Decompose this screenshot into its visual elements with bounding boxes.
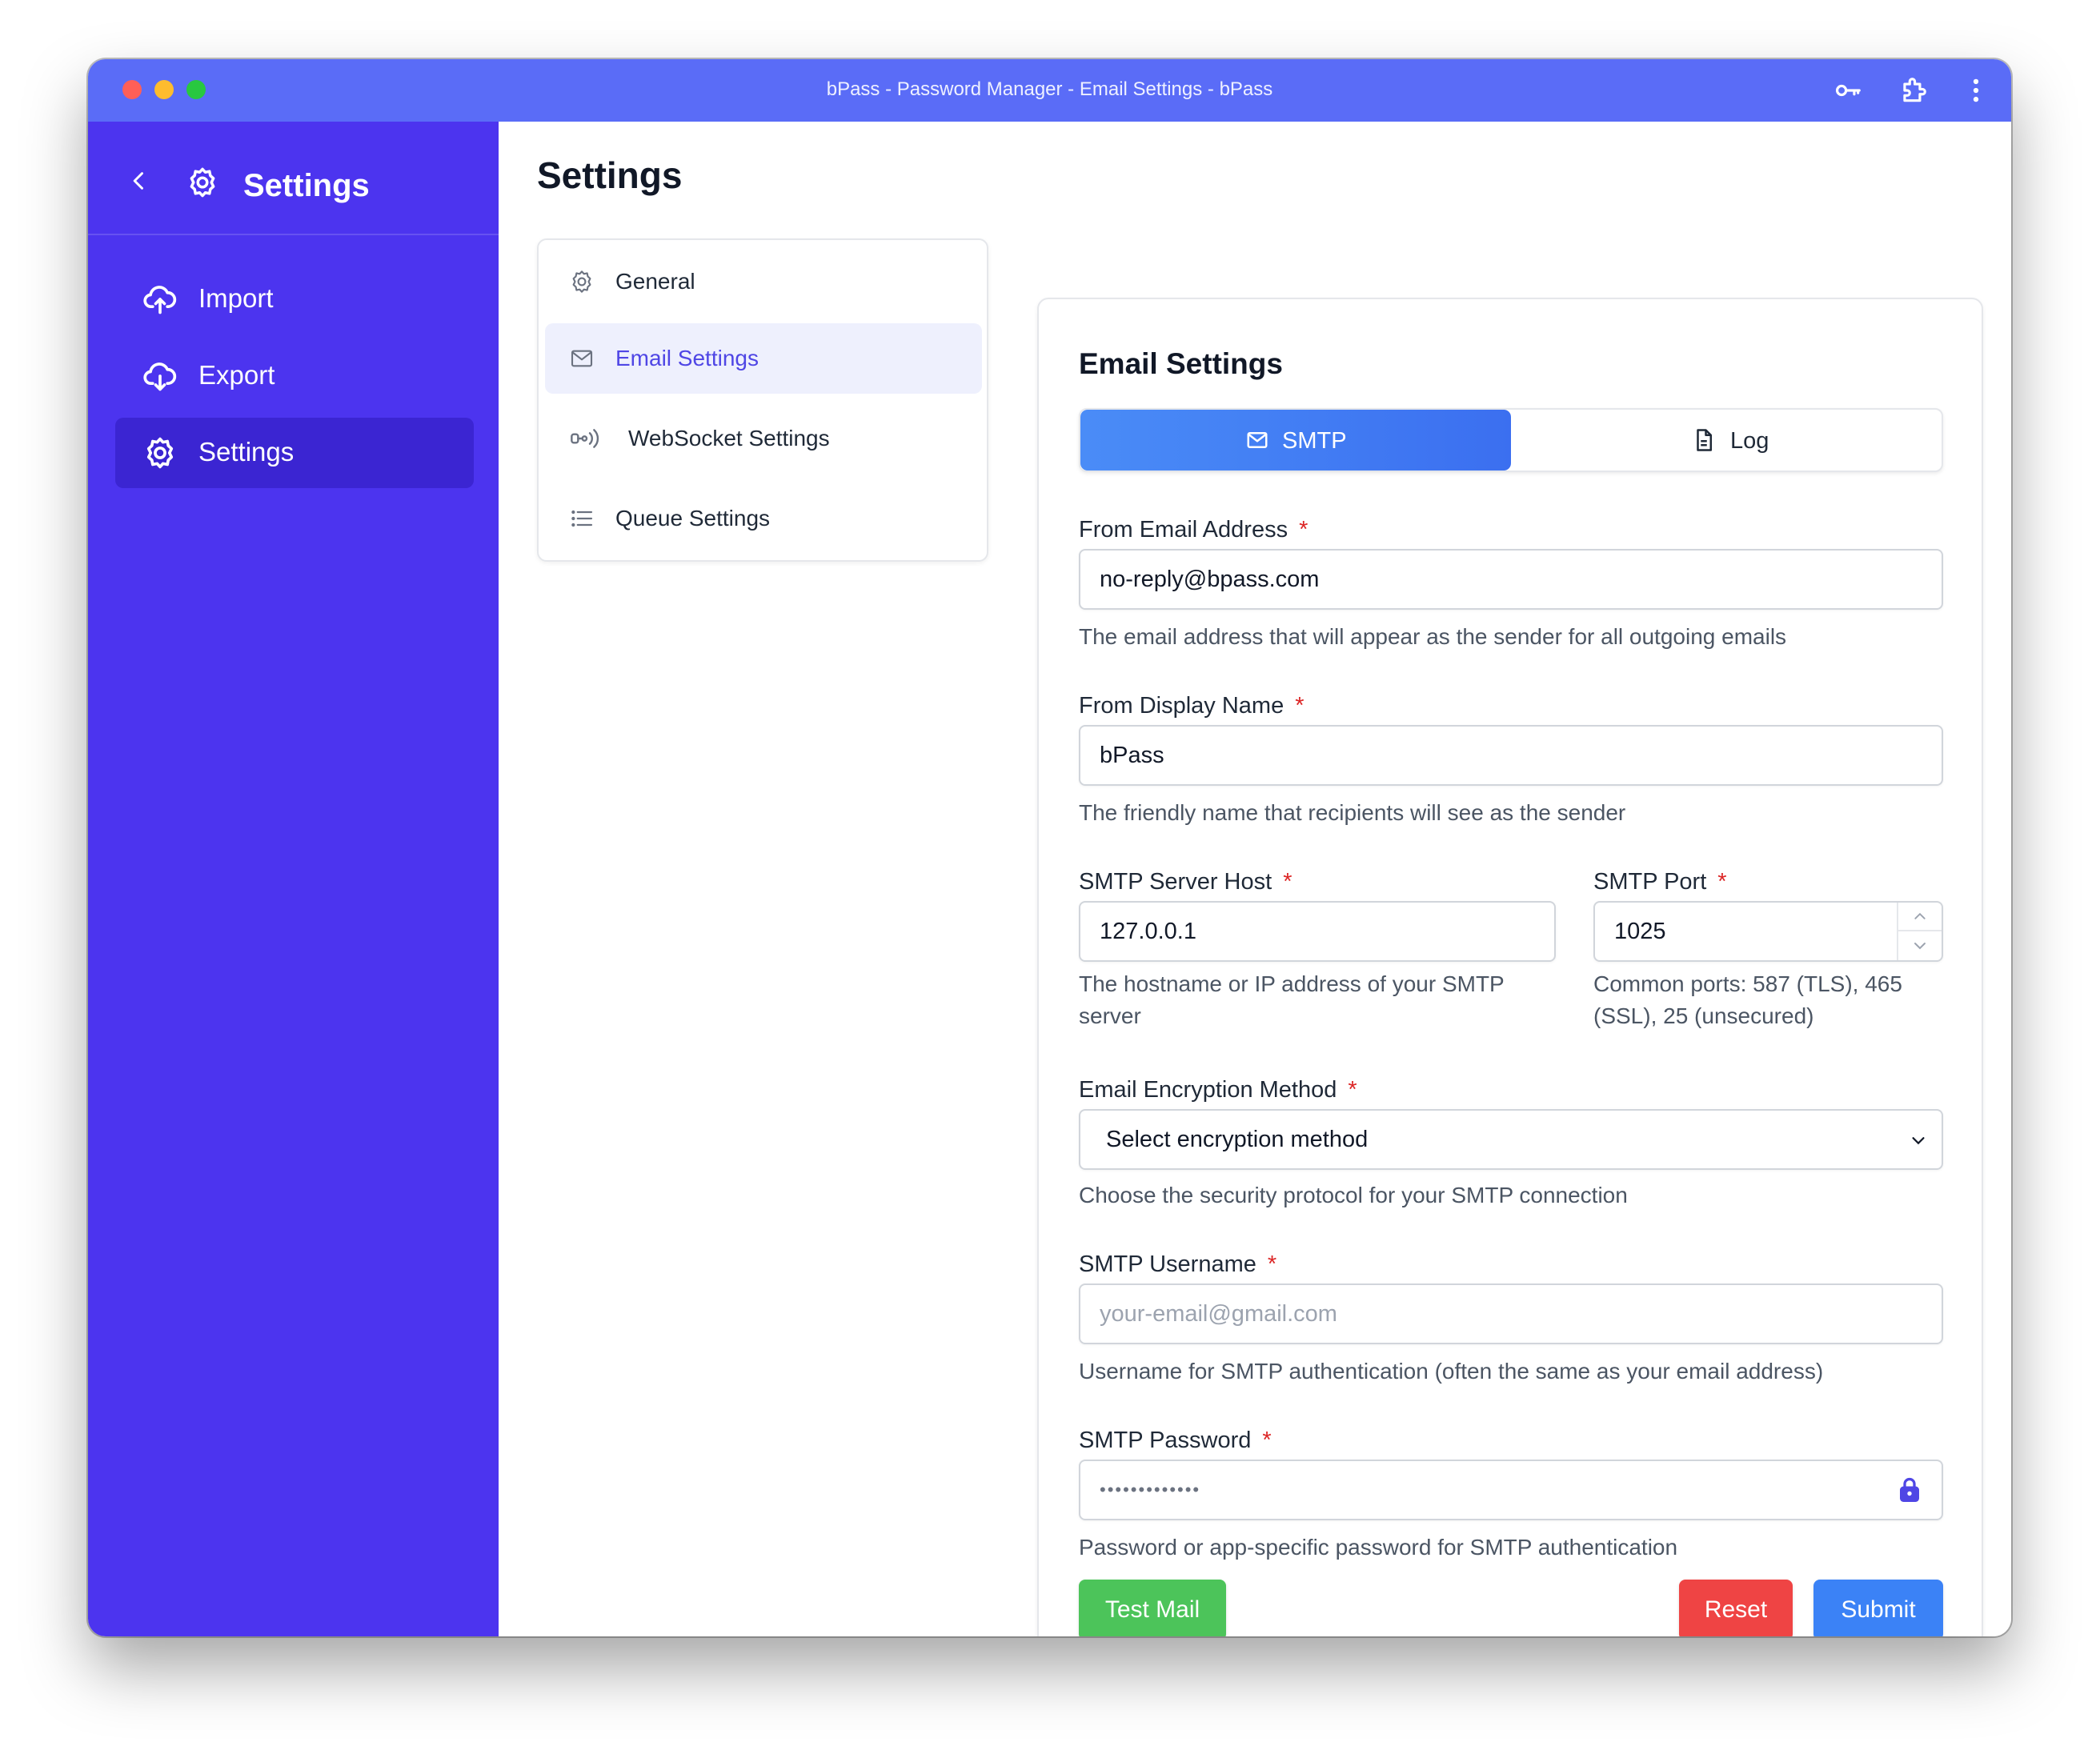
cloud-upload-icon <box>143 286 177 314</box>
document-icon <box>1697 429 1712 451</box>
required-marker: * <box>1267 1251 1277 1277</box>
nav-item-general[interactable]: General <box>545 246 982 317</box>
email-settings-card: Email Settings SMTP Log From Email Addre… <box>1037 298 1983 1636</box>
smtp-username-help: Username for SMTP authentication (often … <box>1079 1359 1824 1384</box>
from-email-input[interactable]: no-reply@bpass.com <box>1079 549 1943 610</box>
smtp-host-help: The hostname or IP address of your SMTP … <box>1079 971 1505 1028</box>
smtp-password-help: Password or app-specific password for SM… <box>1079 1535 1678 1560</box>
encryption-label: Email Encryption Method * <box>1079 1077 1357 1103</box>
required-marker: * <box>1262 1428 1272 1453</box>
sidebar-item-import[interactable]: Import <box>115 264 474 334</box>
sidebar-title: Settings <box>243 168 370 203</box>
from-email-label: From Email Address * <box>1079 517 1308 543</box>
tab-label: Log <box>1730 428 1769 454</box>
nav-item-label: WebSocket Settings <box>628 426 830 451</box>
mail-icon <box>571 350 593 367</box>
mail-icon <box>1247 432 1268 448</box>
sidebar-item-label: Settings <box>198 437 295 467</box>
key-icon[interactable] <box>1833 75 1863 106</box>
sidebar-header: Settings <box>88 122 499 235</box>
gear-icon <box>190 167 215 198</box>
gear-icon <box>146 437 174 469</box>
cloud-download-icon <box>143 362 177 391</box>
smtp-password-label: SMTP Password * <box>1079 1428 1272 1453</box>
extension-icon[interactable] <box>1898 75 1929 106</box>
main-content: Settings General Email Settings WebSocke… <box>499 122 2011 1636</box>
encryption-select[interactable]: Select encryption method <box>1079 1109 1943 1170</box>
settings-nav: General Email Settings WebSocket Setting… <box>537 238 988 562</box>
nav-item-email-settings[interactable]: Email Settings <box>545 323 982 394</box>
page-title: Settings <box>537 154 683 196</box>
nav-item-websocket-settings[interactable]: WebSocket Settings <box>545 403 982 474</box>
nav-item-label: Email Settings <box>615 346 759 370</box>
chevron-down-icon <box>1912 1137 1925 1145</box>
encryption-help: Choose the security protocol for your SM… <box>1079 1183 1628 1207</box>
smtp-host-label: SMTP Server Host * <box>1079 869 1292 895</box>
required-marker: * <box>1295 693 1304 719</box>
tab-label: SMTP <box>1282 428 1347 454</box>
required-marker: * <box>1348 1077 1357 1103</box>
smtp-port-help: Common ports: 587 (TLS), 465 (SSL), 25 (… <box>1593 971 1902 1028</box>
required-marker: * <box>1299 517 1308 543</box>
password-manager-lock-icon[interactable] <box>1895 1476 1924 1504</box>
smtp-host-input[interactable]: 127.0.0.1 <box>1079 901 1556 962</box>
app-window: bPass - Password Manager - Email Setting… <box>88 59 2011 1636</box>
test-mail-button[interactable]: Test Mail <box>1079 1580 1226 1636</box>
chevron-down-icon[interactable] <box>1898 931 1942 960</box>
smtp-username-input[interactable]: your-email@gmail.com <box>1079 1283 1943 1344</box>
title-bar: bPass - Password Manager - Email Setting… <box>88 59 2011 122</box>
nav-item-label: General <box>615 269 695 294</box>
websocket-icon <box>571 429 599 448</box>
smtp-password-value: ••••••••••••• <box>1100 1480 1201 1500</box>
sidebar-item-label: Import <box>198 283 274 313</box>
gear-icon <box>572 270 591 293</box>
nav-item-label: Queue Settings <box>615 506 771 531</box>
smtp-port-input[interactable]: 1025 <box>1593 901 1943 962</box>
more-vertical-icon[interactable] <box>1961 75 1991 106</box>
from-email-help: The email address that will appear as th… <box>1079 624 1787 649</box>
smtp-port-value: 1025 <box>1614 919 1666 944</box>
smtp-password-input[interactable]: ••••••••••••• <box>1079 1460 1943 1520</box>
submit-button[interactable]: Submit <box>1813 1580 1943 1636</box>
card-title: Email Settings <box>1079 347 1283 380</box>
sidebar: Settings Import Export Settings <box>88 122 499 1636</box>
tab-smtp[interactable]: SMTP <box>1080 410 1511 471</box>
sidebar-item-export[interactable]: Export <box>115 341 474 411</box>
tab-log[interactable]: Log <box>1511 410 1942 471</box>
chevron-up-icon[interactable] <box>1898 903 1942 931</box>
window-title: bPass - Password Manager - Email Setting… <box>826 78 1273 100</box>
from-name-help: The friendly name that recipients will s… <box>1079 800 1626 825</box>
list-icon <box>571 510 593 527</box>
reset-button[interactable]: Reset <box>1679 1580 1793 1636</box>
encryption-select-value: Select encryption method <box>1106 1127 1369 1152</box>
sidebar-item-settings[interactable]: Settings <box>115 418 474 488</box>
from-name-input[interactable]: bPass <box>1079 725 1943 786</box>
smtp-username-label: SMTP Username * <box>1079 1251 1277 1277</box>
required-marker: * <box>1717 869 1727 895</box>
smtp-port-label: SMTP Port * <box>1593 869 1727 895</box>
nav-item-queue-settings[interactable]: Queue Settings <box>545 483 982 554</box>
sidebar-item-label: Export <box>198 360 275 390</box>
back-chevron-icon[interactable] <box>128 170 150 192</box>
required-marker: * <box>1283 869 1292 895</box>
email-settings-tabs: SMTP Log <box>1079 408 1943 472</box>
from-name-label: From Display Name * <box>1079 693 1304 719</box>
port-stepper <box>1897 903 1942 960</box>
